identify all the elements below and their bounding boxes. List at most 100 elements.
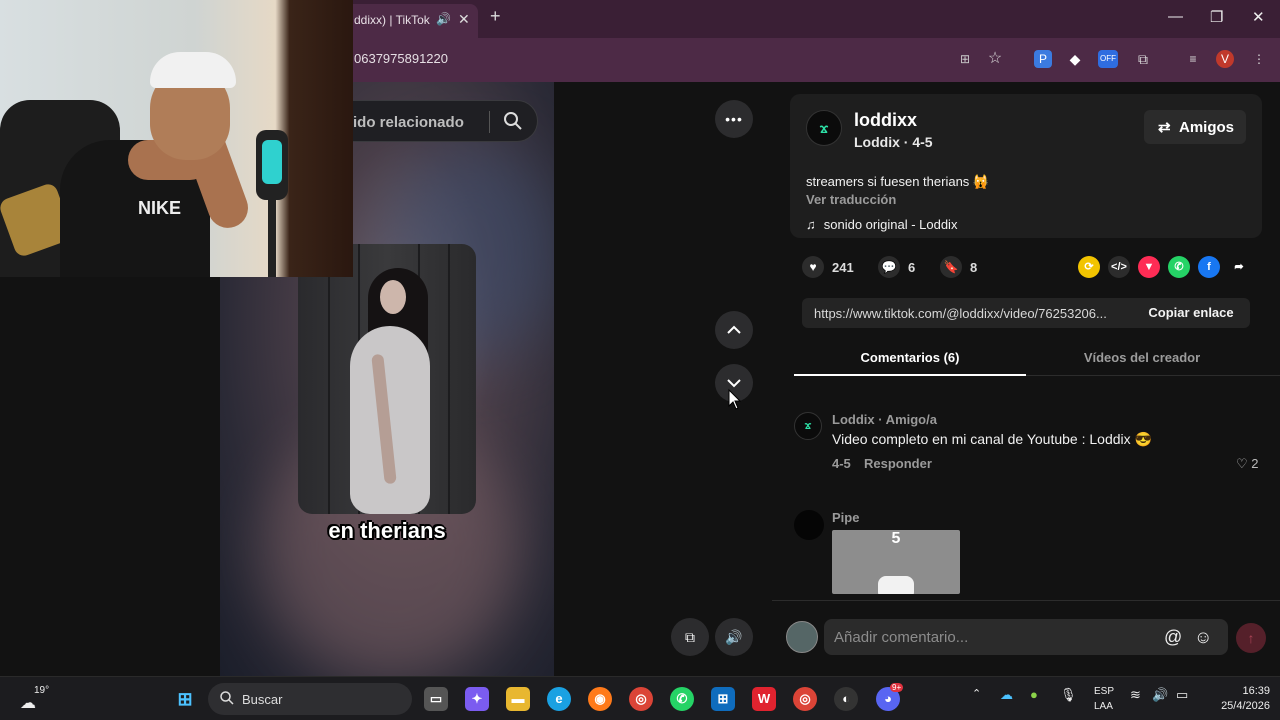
minimize-icon[interactable]: —: [1168, 8, 1183, 25]
reply-button[interactable]: Responder: [864, 456, 932, 471]
save-button[interactable]: 🔖 8: [940, 256, 977, 278]
volume-icon[interactable]: 🔊: [1152, 687, 1168, 703]
language-bottom: LAA: [1094, 701, 1113, 712]
sticker-shape: [878, 576, 914, 594]
send-icon[interactable]: ▼: [1138, 256, 1160, 278]
mention-icon[interactable]: @: [1164, 627, 1182, 648]
temperature: 19°: [34, 685, 50, 696]
video-caption: en therians: [328, 518, 446, 543]
comment-sticker: 5: [832, 530, 960, 594]
comment-like-button[interactable]: ♡ 2: [1236, 456, 1259, 472]
extension-off-icon[interactable]: OFF: [1098, 50, 1118, 68]
windows-start-icon[interactable]: ⊞: [173, 687, 197, 711]
repost-icon[interactable]: ⟳: [1078, 256, 1100, 278]
like-count: 241: [832, 259, 854, 275]
microphone-light: [262, 140, 282, 184]
friends-button[interactable]: ⇄ Amigos: [1144, 110, 1246, 144]
comment-button[interactable]: 💬 6: [878, 256, 915, 278]
tab-comments[interactable]: Comentarios (6): [794, 350, 1026, 365]
wps-office-icon[interactable]: W: [752, 687, 776, 711]
comment-author[interactable]: Loddix · Amigo/a: [832, 412, 937, 427]
divider: [489, 111, 490, 133]
save-count: 8: [970, 259, 978, 275]
whatsapp-icon[interactable]: ✆: [1168, 256, 1190, 278]
comment-avatar[interactable]: ϫ: [794, 412, 822, 440]
battery-icon[interactable]: ▭: [1176, 687, 1188, 703]
like-button[interactable]: ♥ 241: [802, 256, 854, 278]
store-icon[interactable]: ⊞: [711, 687, 735, 711]
edge-icon[interactable]: e: [547, 687, 571, 711]
system-clock[interactable]: 16:39 25/4/2026: [1206, 684, 1270, 714]
sticker-text: 5: [891, 530, 901, 547]
comment-author[interactable]: Pipe: [832, 510, 859, 525]
creator-subline: Loddix · 4-5: [854, 134, 933, 150]
previous-video-button[interactable]: [715, 311, 753, 349]
speaker-icon[interactable]: 🔊: [436, 12, 451, 26]
onedrive-icon[interactable]: ☁: [1000, 687, 1013, 703]
language-indicator[interactable]: ESP LAA: [1094, 684, 1114, 714]
file-explorer-icon[interactable]: ▬: [506, 687, 530, 711]
chrome-active-icon[interactable]: ◎: [793, 687, 817, 711]
wood-plank: [448, 244, 450, 514]
copilot-icon[interactable]: ✦: [465, 687, 489, 711]
music-note-icon: ♫: [806, 217, 816, 232]
search-icon[interactable]: [501, 109, 525, 133]
share-link-url[interactable]: https://www.tiktok.com/@loddixx/video/76…: [814, 306, 1128, 321]
figure-face: [380, 280, 406, 314]
share-arrow-icon[interactable]: ➦: [1228, 256, 1250, 278]
tab-close-icon[interactable]: ✕: [458, 11, 470, 28]
emoji-icon[interactable]: ☺: [1194, 627, 1212, 648]
menu-icon[interactable]: ⋮: [1250, 50, 1268, 68]
taskbar-search[interactable]: Buscar: [208, 683, 412, 715]
picture-in-picture-button[interactable]: ⧉: [671, 618, 709, 656]
extensions-puzzle-icon[interactable]: ⧉: [1134, 50, 1152, 68]
embed-icon[interactable]: </>: [1108, 256, 1130, 278]
webcam-overlay: NIKE: [0, 0, 353, 277]
tab-title: ddixx) | TikTok: [354, 13, 430, 27]
firefox-icon[interactable]: ◉: [588, 687, 612, 711]
comment-tabs: Comentarios (6) Vídeos del creador: [794, 344, 1280, 376]
restore-icon[interactable]: ❐: [1210, 8, 1223, 26]
user-avatar[interactable]: [786, 621, 818, 653]
creator-avatar[interactable]: ϫ: [806, 110, 842, 146]
creator-username[interactable]: loddixx: [854, 110, 917, 131]
media-control-icon[interactable]: ≡: [1184, 50, 1202, 68]
microphone-icon[interactable]: 🎙: [1060, 687, 1077, 703]
wifi-icon[interactable]: ≋: [1130, 687, 1141, 703]
music-title: sonido original - Loddix: [823, 217, 958, 232]
taskbar-search-label: Buscar: [242, 692, 283, 707]
whatsapp-icon[interactable]: ✆: [670, 687, 694, 711]
see-translation-link[interactable]: Ver traducción: [806, 192, 896, 207]
chrome-icon[interactable]: ◎: [629, 687, 653, 711]
translate-icon[interactable]: ⊞: [956, 50, 974, 68]
chevron-up-icon[interactable]: ⌃: [972, 687, 981, 700]
tray-app-icon[interactable]: ●: [1030, 687, 1038, 702]
close-icon[interactable]: ✕: [1252, 8, 1265, 26]
comment-like-count: 2: [1251, 456, 1259, 471]
extension-icon[interactable]: P: [1034, 50, 1052, 68]
volume-button[interactable]: 🔊: [715, 618, 753, 656]
clock-time: 16:39: [1242, 685, 1270, 697]
copy-link-button[interactable]: Copiar enlace: [1132, 298, 1250, 328]
task-view-icon[interactable]: ▭: [424, 687, 448, 711]
profile-avatar[interactable]: V: [1216, 50, 1234, 68]
post-comment-button[interactable]: ↑: [1236, 623, 1266, 653]
facebook-icon[interactable]: f: [1198, 256, 1220, 278]
browser-tab[interactable]: ddixx) | TikTok 🔊 ✕: [340, 4, 478, 38]
comment-avatar[interactable]: [794, 510, 824, 540]
person-cap: [150, 52, 236, 88]
music-link[interactable]: ♫ sonido original - Loddix: [806, 217, 957, 232]
bookmark-star-icon[interactable]: ☆: [986, 50, 1004, 68]
more-options-button[interactable]: •••: [715, 100, 753, 138]
comment-count: 6: [908, 259, 916, 275]
discord-badge: 9+: [890, 683, 904, 692]
obs-icon[interactable]: ◐: [834, 687, 858, 711]
url-text[interactable]: 0637975891220: [354, 51, 448, 66]
mic-arm: [268, 196, 276, 277]
heart-icon: ♥: [802, 256, 824, 278]
swap-arrows-icon: ⇄: [1158, 119, 1171, 136]
tab-creator-videos[interactable]: Vídeos del creador: [1026, 350, 1258, 365]
comment-text: Video completo en mi canal de Youtube : …: [832, 431, 1152, 447]
new-tab-icon[interactable]: +: [490, 6, 501, 27]
extension-diamond-icon[interactable]: ◆: [1066, 50, 1084, 68]
